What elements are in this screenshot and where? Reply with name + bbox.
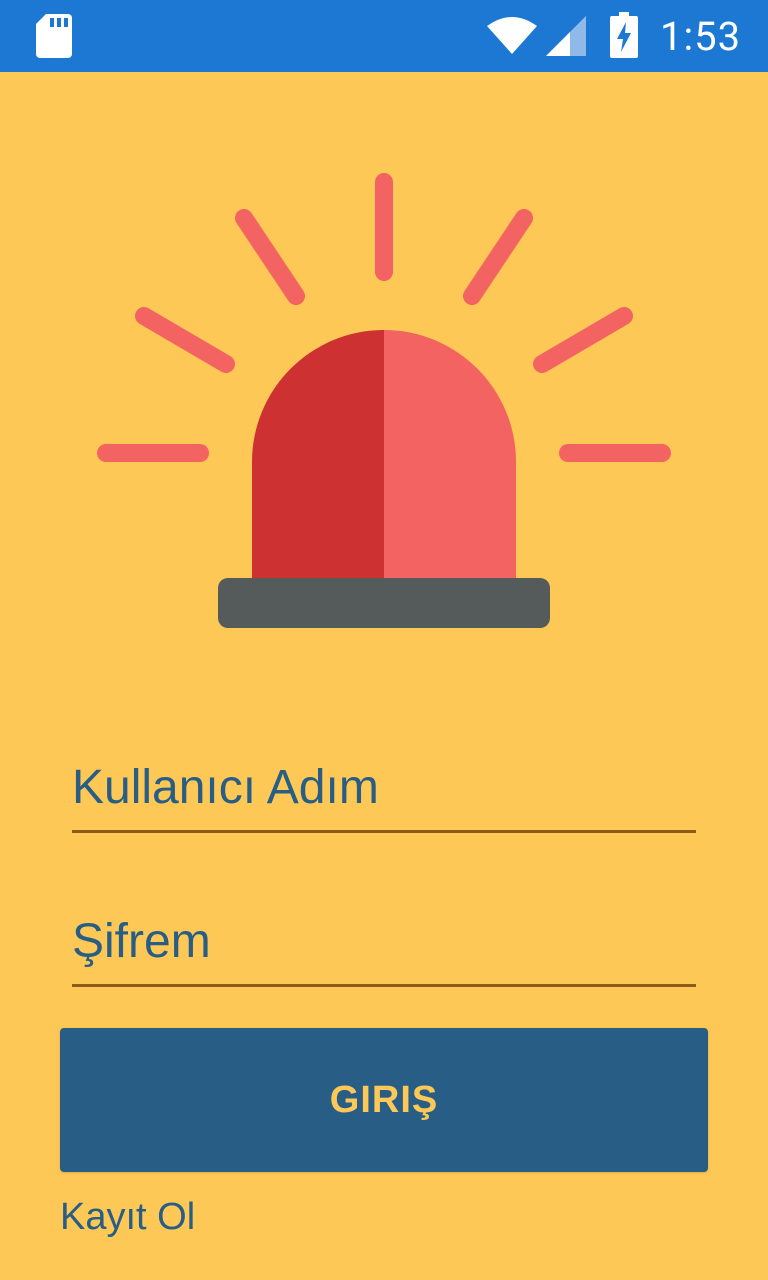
signal-icon [546,16,586,56]
username-input[interactable] [72,760,696,815]
register-link[interactable]: Kayıt Ol [60,1196,195,1239]
status-bar: 1:53 [0,0,768,72]
password-input[interactable] [72,914,696,969]
login-button[interactable]: GIRIŞ [60,1028,708,1172]
wifi-icon [487,17,537,54]
sd-card-icon [36,14,72,58]
battery-charging-icon [610,12,638,58]
clock: 1:53 [660,13,742,60]
siren-icon [97,173,671,628]
password-field[interactable] [72,914,696,987]
username-field[interactable] [72,760,696,833]
